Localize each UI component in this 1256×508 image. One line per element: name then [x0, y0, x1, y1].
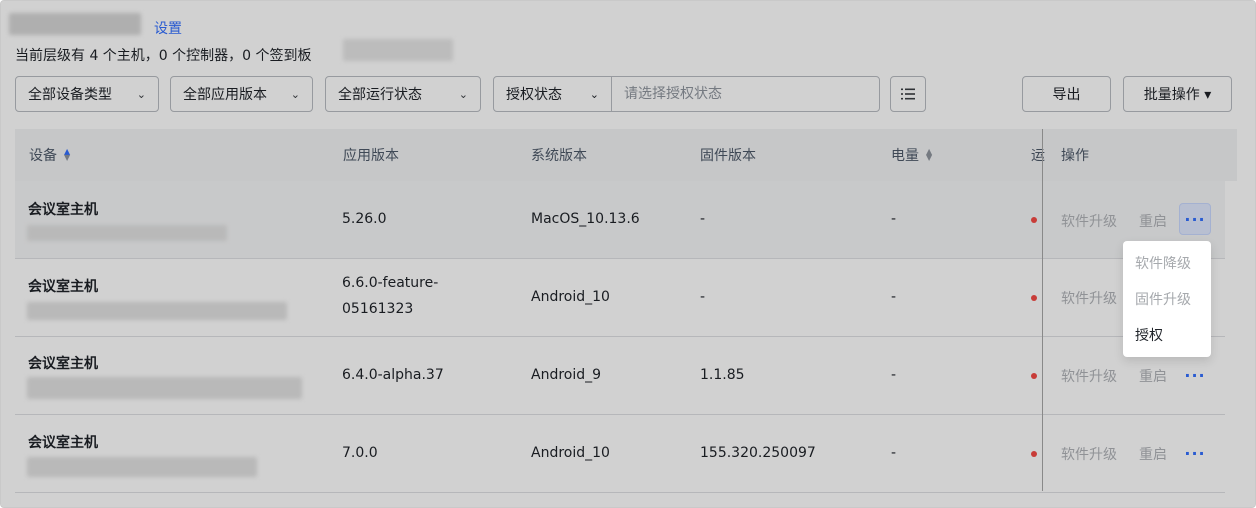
restart-button[interactable]: 重启: [1139, 211, 1167, 231]
column-system-version: 系统版本: [531, 148, 587, 164]
redacted-device-id: [27, 225, 227, 241]
table-header: 设备 ▲ ▼ 应用版本 系统版本 固件版本 电量 ▲ ▼ 运 操作: [15, 129, 1237, 181]
column-settings-button[interactable]: [890, 76, 926, 112]
system-version: MacOS_10.13.6: [531, 211, 640, 227]
firmware-version: -: [700, 289, 706, 305]
table-row: 会议室主机 5.26.0 MacOS_10.13.6 - - 软件升级 重启 ·…: [15, 181, 1225, 259]
device-management-panel: 设置 当前层级有 4 个主机，0 个控制器，0 个签到板 全部设备类型 ⌄ 全部…: [0, 0, 1256, 508]
firmware-version: 155.320.250097: [700, 445, 816, 461]
sort-icon[interactable]: ▲ ▼: [64, 148, 70, 162]
app-version-filter[interactable]: 全部应用版本 ⌄: [170, 76, 313, 112]
column-battery[interactable]: 电量 ▲ ▼: [891, 129, 932, 181]
menu-item-authorize[interactable]: 授权: [1123, 317, 1211, 353]
auth-status-label: 授权状态: [506, 87, 562, 103]
run-status-filter-label: 全部运行状态: [338, 87, 422, 103]
more-actions-button[interactable]: ···: [1179, 359, 1211, 391]
battery-level: -: [891, 289, 897, 305]
device-type-filter[interactable]: 全部设备类型 ⌄: [15, 76, 159, 112]
device-name: 会议室主机: [28, 356, 98, 372]
redacted-title: [9, 13, 141, 35]
app-version: 5.26.0: [342, 211, 387, 227]
app-version: 6.4.0-alpha.37: [342, 367, 444, 383]
app-version-line2: 05161323: [342, 301, 414, 317]
chevron-down-icon: ⌄: [290, 87, 300, 101]
upgrade-button[interactable]: 软件升级: [1061, 288, 1117, 308]
auth-status-filter: 授权状态 ⌄: [493, 76, 880, 112]
app-version: 7.0.0: [342, 445, 378, 461]
column-app-version: 应用版本: [343, 148, 399, 164]
chevron-down-icon: ⌄: [458, 87, 468, 101]
firmware-version: 1.1.85: [700, 367, 745, 383]
system-version: Android_10: [531, 445, 610, 461]
auth-status-input[interactable]: [612, 77, 879, 111]
app-version-filter-label: 全部应用版本: [183, 87, 267, 103]
restart-button[interactable]: 重启: [1139, 366, 1167, 386]
sort-icon[interactable]: ▲ ▼: [926, 148, 932, 162]
status-dot: [1031, 295, 1037, 301]
app-version-line1: 6.6.0-feature-: [342, 275, 439, 291]
chevron-down-icon: ⌄: [589, 87, 599, 101]
more-actions-dropdown: 软件降级 固件升级 授权: [1123, 241, 1211, 357]
list-icon: [901, 88, 915, 100]
column-device[interactable]: 设备 ▲ ▼: [29, 129, 70, 181]
system-version: Android_9: [531, 367, 602, 383]
redacted-summary-extra: [343, 39, 453, 61]
battery-level: -: [891, 445, 897, 461]
chevron-down-icon: ⌄: [136, 87, 146, 101]
table-row: 会议室主机 6.4.0-alpha.37 Android_9 1.1.85 - …: [15, 337, 1225, 415]
device-name: 会议室主机: [28, 435, 98, 451]
redacted-device-id: [27, 457, 257, 477]
restart-button[interactable]: 重启: [1139, 444, 1167, 464]
device-name: 会议室主机: [28, 279, 98, 295]
hierarchy-summary: 当前层级有 4 个主机，0 个控制器，0 个签到板: [15, 48, 312, 64]
device-type-filter-label: 全部设备类型: [28, 87, 112, 103]
system-version: Android_10: [531, 289, 610, 305]
export-button[interactable]: 导出: [1022, 76, 1111, 112]
upgrade-button[interactable]: 软件升级: [1061, 444, 1117, 464]
column-actions: 操作: [1061, 148, 1089, 164]
upgrade-button[interactable]: 软件升级: [1061, 211, 1117, 231]
status-dot: [1031, 451, 1037, 457]
settings-link[interactable]: 设置: [154, 18, 182, 38]
more-actions-button[interactable]: ···: [1179, 203, 1211, 235]
battery-level: -: [891, 211, 897, 227]
fixed-column-divider: [1042, 129, 1043, 491]
status-dot: [1031, 217, 1037, 223]
redacted-device-id: [27, 377, 302, 399]
table-row: 会议室主机 7.0.0 Android_10 155.320.250097 - …: [15, 415, 1225, 493]
auth-status-select[interactable]: 授权状态 ⌄: [494, 77, 612, 111]
status-dot: [1031, 373, 1037, 379]
firmware-version: -: [700, 211, 706, 227]
run-status-filter[interactable]: 全部运行状态 ⌄: [325, 76, 481, 112]
column-firmware-version: 固件版本: [700, 148, 756, 164]
upgrade-button[interactable]: 软件升级: [1061, 366, 1117, 386]
more-actions-button[interactable]: ···: [1179, 437, 1211, 469]
device-name: 会议室主机: [28, 202, 98, 218]
menu-item-software-downgrade[interactable]: 软件降级: [1123, 245, 1211, 281]
batch-operations-button[interactable]: 批量操作 ▾: [1123, 76, 1232, 112]
menu-item-firmware-upgrade[interactable]: 固件升级: [1123, 281, 1211, 317]
battery-level: -: [891, 367, 897, 383]
redacted-device-id: [27, 302, 287, 320]
table-row: 会议室主机 6.6.0-feature- 05161323 Android_10…: [15, 259, 1225, 337]
